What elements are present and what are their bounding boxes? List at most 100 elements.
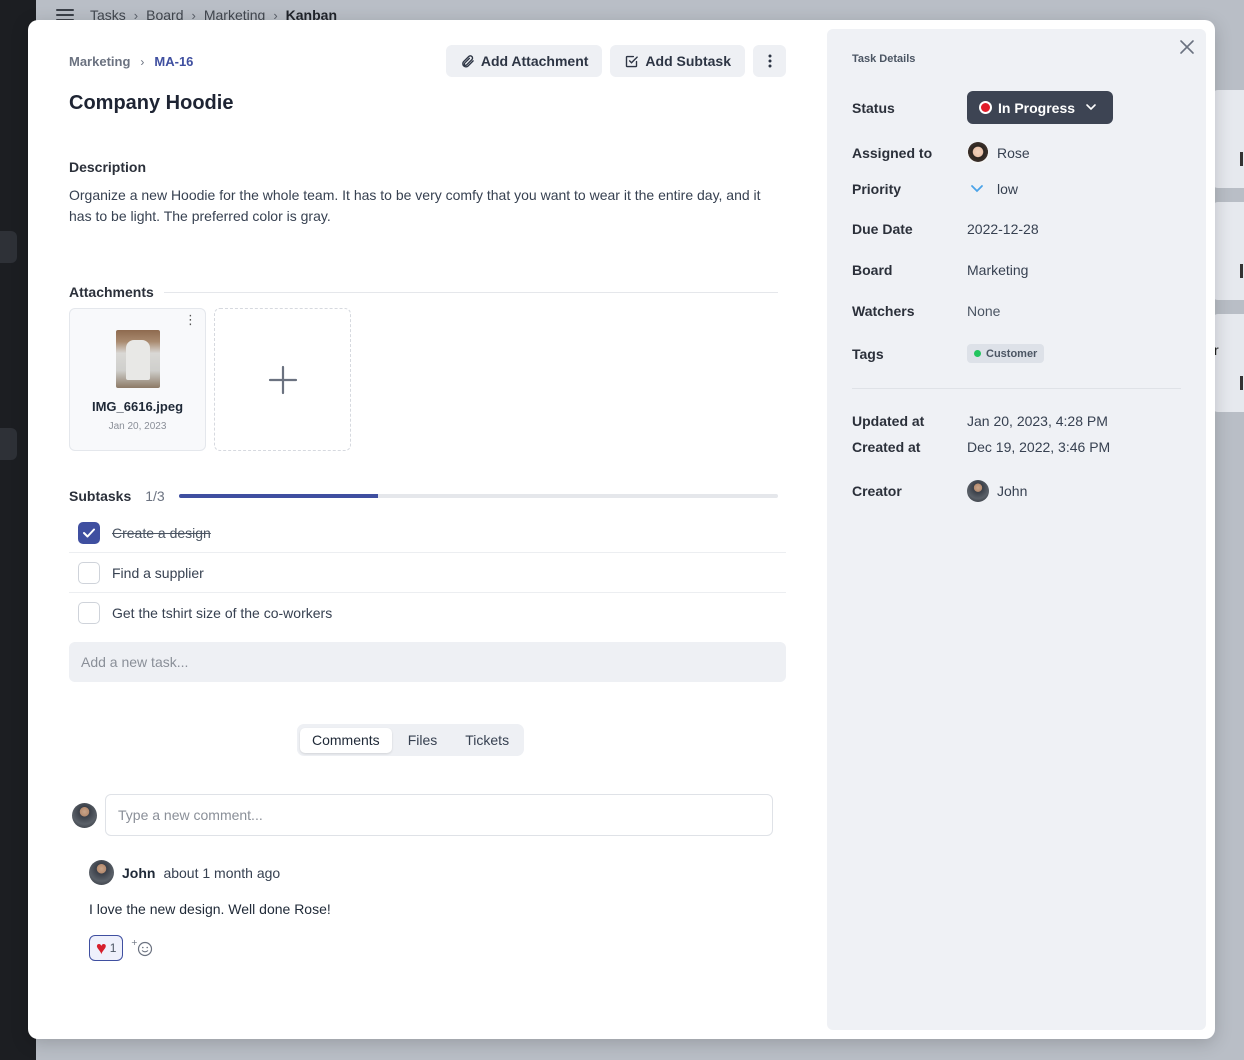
tab-files[interactable]: Files	[396, 728, 450, 753]
task-breadcrumb: Marketing › MA-16	[69, 54, 193, 69]
creator[interactable]: John	[967, 480, 1027, 502]
more-vertical-icon	[768, 54, 771, 68]
sidebar-marker	[0, 428, 17, 460]
description-heading: Description	[69, 159, 147, 175]
assignee-name: Rose	[997, 145, 1030, 161]
tag-dot-icon	[974, 350, 981, 357]
task-details-panel: Task Details Status In Progress Assigned…	[827, 29, 1206, 1030]
subtask-checkbox[interactable]	[78, 521, 100, 544]
subtask-label: Create a design	[112, 524, 211, 541]
updated-row: Updated at Jan 20, 2023, 4:28 PM	[852, 413, 1108, 429]
subtasks-count: 1/3	[145, 488, 165, 504]
board-label: Board	[852, 262, 893, 278]
creator-row: Creator John	[852, 480, 1027, 502]
progress-fill	[178, 494, 379, 498]
priority-label: Priority	[852, 181, 902, 197]
task-title[interactable]: Company Hoodie	[69, 92, 233, 115]
updated-value: Jan 20, 2023, 4:28 PM	[967, 413, 1108, 429]
task-id[interactable]: MA-16	[154, 54, 193, 69]
add-subtask-label: Add Subtask	[645, 53, 731, 69]
subtask-item[interactable]: Create a design	[69, 513, 786, 553]
due-date-value[interactable]: 2022-12-28	[967, 221, 1039, 237]
comment-input[interactable]	[105, 794, 773, 836]
watchers-row: Watchers None	[852, 303, 1000, 319]
subtask-checkbox[interactable]	[78, 602, 100, 624]
plus-icon	[268, 365, 297, 394]
more-vertical-icon[interactable]: ⋮	[184, 313, 197, 326]
attachments-heading-label: Attachments	[69, 284, 154, 300]
assignee[interactable]: Rose	[967, 142, 1030, 164]
avatar	[89, 860, 114, 885]
due-date-row: Due Date 2022-12-28	[852, 221, 1039, 237]
task-modal: Marketing › MA-16 Add Attachment Add Sub…	[28, 20, 1215, 1039]
subtask-checkbox[interactable]	[78, 561, 100, 584]
avatar	[967, 142, 989, 164]
subtasks-progress-bar	[178, 494, 778, 498]
details-heading: Task Details	[852, 53, 916, 65]
subtasks-header: Subtasks 1/3	[69, 488, 778, 504]
activity-tabs: Comments Files Tickets	[297, 724, 525, 756]
priority-text: low	[997, 181, 1019, 197]
tags-row: Tags Customer	[852, 344, 1045, 363]
add-subtask-button[interactable]: Add Subtask	[610, 45, 745, 77]
comment-item: John about 1 month ago I love the new de…	[89, 860, 689, 961]
add-task-input[interactable]: Add a new task...	[69, 642, 786, 682]
divider	[852, 388, 1181, 389]
subtask-item[interactable]: Get the tshirt size of the co-workers	[69, 593, 786, 633]
tags-label: Tags	[852, 345, 884, 362]
chevron-down-icon	[1086, 103, 1096, 110]
status-dropdown[interactable]: In Progress	[967, 91, 1114, 124]
add-attachment-button[interactable]: Add Attachment	[445, 45, 603, 77]
board-row: Board Marketing	[852, 262, 1028, 278]
breadcrumb-project[interactable]: Marketing	[69, 54, 130, 69]
subtask-label: Find a supplier	[112, 564, 204, 581]
status-dot-icon	[979, 101, 992, 114]
subtasks-heading: Subtasks	[69, 488, 132, 504]
add-attachment-label: Add Attachment	[480, 53, 589, 69]
avatar	[72, 802, 97, 828]
status-value: In Progress	[998, 99, 1076, 116]
attachment-card[interactable]: ⋮ IMG_6616.jpeg Jan 20, 2023	[69, 308, 206, 451]
comment-author[interactable]: John	[122, 865, 155, 881]
attachment-name: IMG_6616.jpeg	[91, 399, 184, 414]
subtask-list: Create a design Find a supplier Get the …	[69, 513, 786, 633]
check-icon	[83, 528, 95, 537]
assigned-label: Assigned to	[852, 145, 933, 161]
chevron-down-icon	[971, 185, 983, 193]
priority-value[interactable]: low	[967, 181, 1018, 197]
comment-composer	[72, 794, 773, 836]
attachment-date: Jan 20, 2023	[108, 421, 167, 432]
checkbox-icon	[626, 55, 639, 67]
divider	[163, 291, 778, 293]
reaction-heart-button[interactable]: ♥ 1	[89, 935, 124, 961]
attachment-thumbnail	[116, 330, 160, 388]
close-icon[interactable]	[1178, 38, 1196, 56]
subtask-label: Get the tshirt size of the co-workers	[112, 605, 333, 621]
tab-tickets[interactable]: Tickets	[453, 728, 521, 753]
updated-label: Updated at	[852, 413, 925, 429]
due-date-label: Due Date	[852, 221, 913, 237]
add-reaction-icon[interactable]: +	[131, 938, 155, 958]
comment-body: I love the new design. Well done Rose!	[89, 901, 331, 917]
task-description[interactable]: Organize a new Hoodie for the whole team…	[69, 185, 784, 227]
add-attachment-tile[interactable]	[214, 308, 351, 451]
subtask-item[interactable]: Find a supplier	[69, 553, 786, 593]
created-value: Dec 19, 2022, 3:46 PM	[967, 439, 1111, 455]
svg-text:+: +	[131, 938, 138, 947]
created-label: Created at	[852, 439, 921, 455]
tag-badge[interactable]: Customer	[967, 344, 1045, 363]
task-actions: Add Attachment Add Subtask	[445, 45, 786, 77]
more-options-button[interactable]	[753, 45, 786, 77]
creator-name: John	[997, 483, 1028, 499]
sidebar-marker	[0, 231, 17, 263]
attachments-heading: Attachments	[69, 284, 778, 300]
tab-comments[interactable]: Comments	[300, 727, 392, 753]
watchers-value[interactable]: None	[967, 303, 1000, 319]
created-row: Created at Dec 19, 2022, 3:46 PM	[852, 439, 1110, 455]
comment-time: about 1 month ago	[163, 864, 281, 881]
status-label: Status	[852, 99, 895, 116]
watchers-label: Watchers	[852, 303, 915, 319]
board-value[interactable]: Marketing	[967, 262, 1028, 278]
comment-reactions: ♥ 1 +	[89, 935, 689, 961]
tag-text: Customer	[986, 347, 1038, 360]
